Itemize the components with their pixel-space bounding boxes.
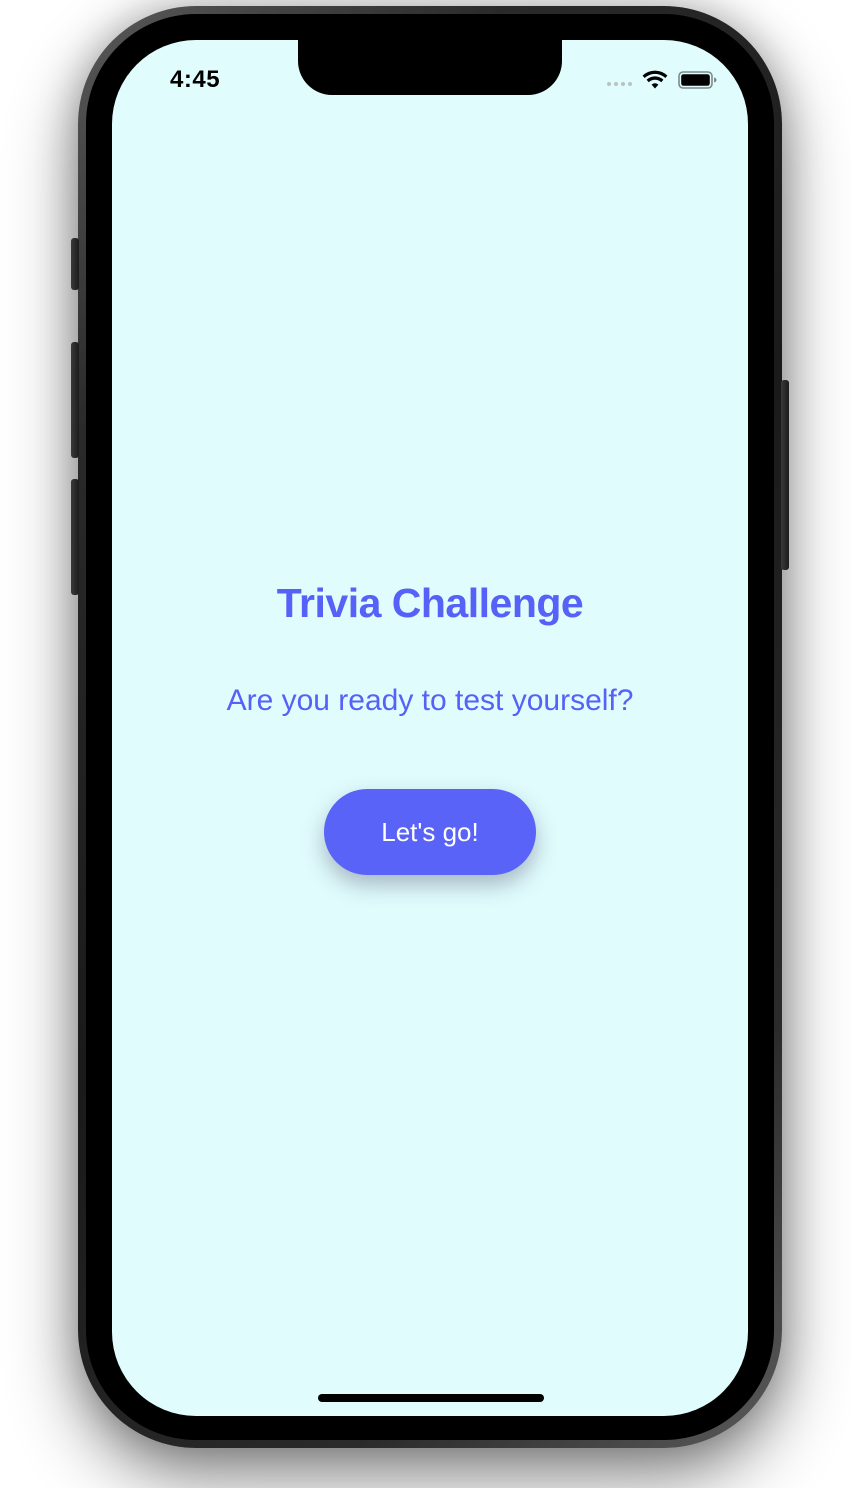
volume-up-button (71, 342, 79, 458)
device-mockup: 4:45 Trivia Challenge Are you ready to t… (0, 0, 851, 1488)
home-indicator[interactable] (318, 1394, 544, 1402)
app-screen: 4:45 Trivia Challenge Are you ready to t… (112, 40, 748, 1416)
volume-down-button (71, 479, 79, 595)
welcome-content: Trivia Challenge Are you ready to test y… (112, 40, 748, 1416)
power-button (781, 380, 789, 570)
page-title: Trivia Challenge (276, 580, 584, 626)
page-subtitle: Are you ready to test yourself? (226, 684, 634, 717)
start-button[interactable]: Let's go! (324, 789, 536, 875)
ring-silent-switch (71, 238, 79, 290)
